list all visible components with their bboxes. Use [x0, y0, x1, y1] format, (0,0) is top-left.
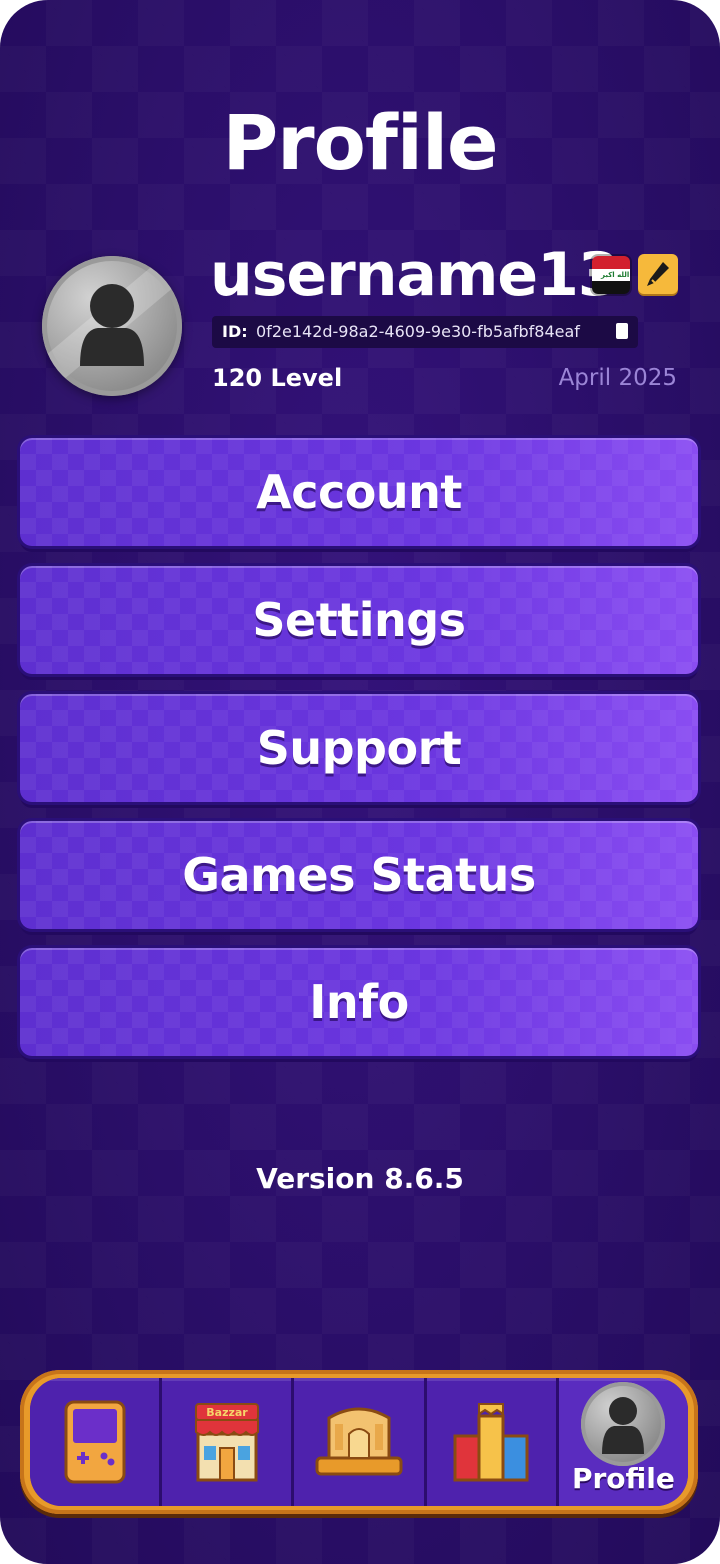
- app-version: Version 8.6.5: [256, 1162, 464, 1195]
- username: username13: [210, 240, 620, 310]
- gameboy-icon: [64, 1400, 126, 1484]
- settings-button-label: Settings: [252, 593, 466, 647]
- bazzar-sign-text: Bazzar: [206, 1406, 248, 1419]
- bazzar-shop-icon: Bazzar: [194, 1403, 259, 1482]
- leaderboard-podium-icon: [453, 1403, 529, 1482]
- user-id-box: ID: 0f2e142d-98a2-4609-9e30-fb5afbf84eaf: [212, 316, 638, 348]
- user-id-value: 0f2e142d-98a2-4609-9e30-fb5afbf84eaf: [256, 322, 580, 341]
- profile-screen: Profile username13 الله اكبر ID: 0f2e142…: [0, 0, 720, 1564]
- nav-tab-profile[interactable]: Profile: [558, 1378, 688, 1506]
- profile-avatar[interactable]: [42, 256, 182, 396]
- settings-button[interactable]: Settings: [20, 566, 698, 674]
- info-button[interactable]: Info: [20, 948, 698, 1056]
- copy-icon[interactable]: [616, 323, 628, 339]
- player-level: 120 Level: [212, 364, 343, 392]
- info-button-label: Info: [309, 975, 409, 1029]
- join-date: April 2025: [558, 365, 677, 391]
- nav-tab-games[interactable]: [30, 1378, 163, 1506]
- nav-tab-bazzar[interactable]: Bazzar: [162, 1378, 295, 1506]
- pencil-icon: [647, 262, 669, 286]
- id-label: ID:: [222, 322, 248, 341]
- account-button[interactable]: Account: [20, 438, 698, 546]
- nav-tab-profile-label: Profile: [571, 1462, 675, 1495]
- support-button-label: Support: [256, 721, 462, 775]
- account-button-label: Account: [256, 465, 462, 519]
- bottom-nav-bar: Bazzar Profile: [20, 1370, 698, 1514]
- palace-icon: [315, 1407, 403, 1476]
- nav-tab-palace[interactable]: [294, 1378, 427, 1506]
- games-status-button-label: Games Status: [182, 848, 536, 902]
- edit-profile-button[interactable]: [638, 254, 678, 294]
- games-status-button[interactable]: Games Status: [20, 821, 698, 929]
- country-flag-icon: الله اكبر: [592, 256, 630, 294]
- nav-tab-leaderboard[interactable]: [426, 1378, 559, 1506]
- support-button[interactable]: Support: [20, 694, 698, 802]
- profile-avatar-icon: [580, 1382, 665, 1466]
- user-silhouette-icon: [80, 284, 144, 366]
- page-title: Profile: [222, 98, 498, 187]
- user-silhouette-icon: [601, 1397, 644, 1454]
- flag-text: الله اكبر: [601, 271, 630, 279]
